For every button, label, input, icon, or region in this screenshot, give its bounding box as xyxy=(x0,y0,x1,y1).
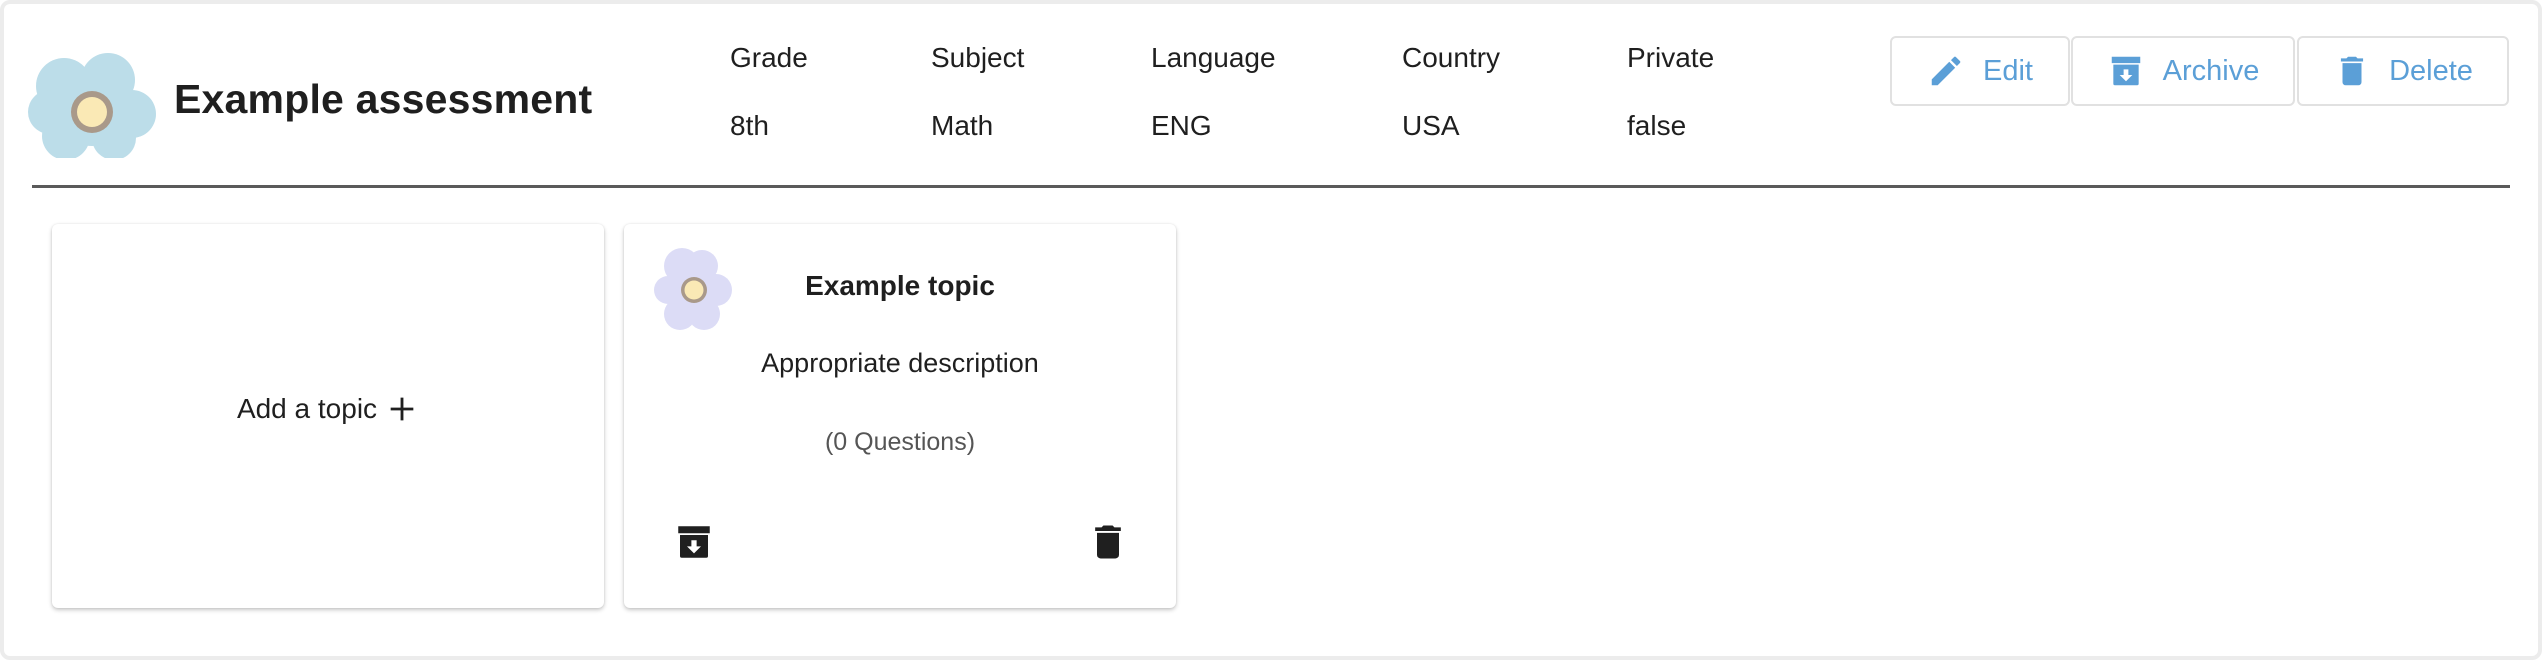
flower-icon xyxy=(28,53,156,158)
trash-icon xyxy=(2340,56,2364,86)
meta-country-label: Country xyxy=(1402,42,1501,73)
topic-question-count: (0 Questions) xyxy=(824,428,976,456)
meta-language-value: ENG xyxy=(1151,110,1212,141)
archive-icon xyxy=(2111,56,2140,86)
meta-grade-value: 8th xyxy=(730,110,769,141)
archive-button[interactable]: Archive xyxy=(2071,36,2295,106)
meta-subject-label: Subject xyxy=(931,42,1025,73)
topic-delete-button[interactable] xyxy=(1080,514,1136,570)
meta-language: Language ENG xyxy=(1151,40,1276,144)
meta-grade-label: Grade xyxy=(730,42,808,73)
meta-language-label: Language xyxy=(1151,42,1276,73)
topic-description: Appropriate description xyxy=(761,348,1039,378)
add-topic-label: Add a topic xyxy=(236,393,378,424)
topic-title: Example topic xyxy=(805,270,995,301)
archive-button-label: Archive xyxy=(2162,54,2260,87)
edit-button-label: Edit xyxy=(1983,54,2033,87)
add-topic-card[interactable]: Add a topic xyxy=(52,224,604,608)
meta-subject: Subject Math xyxy=(931,40,1024,144)
meta-grade: Grade 8th xyxy=(730,40,808,144)
header-divider xyxy=(32,185,2510,188)
edit-button[interactable]: Edit xyxy=(1890,36,2070,106)
topic-archive-button[interactable] xyxy=(666,514,722,570)
meta-private-value: false xyxy=(1627,110,1687,141)
assessment-header: Example assessment Grade 8th Subject Mat… xyxy=(0,0,2542,190)
delete-button[interactable]: Delete xyxy=(2297,36,2509,106)
meta-country-value: USA xyxy=(1402,110,1460,141)
meta-country: Country USA xyxy=(1402,40,1500,144)
meta-subject-value: Math xyxy=(931,110,994,141)
trash-icon xyxy=(1095,525,1121,559)
plus-icon xyxy=(390,397,414,421)
topic-card[interactable]: Example topic Appropriate description (0… xyxy=(624,224,1176,608)
add-topic-button[interactable]: Add a topic xyxy=(52,392,604,426)
meta-private-label: Private xyxy=(1627,42,1715,73)
delete-button-label: Delete xyxy=(2389,54,2473,87)
meta-private: Private false xyxy=(1627,40,1714,144)
pencil-icon xyxy=(1931,56,1961,86)
archive-icon xyxy=(678,526,710,558)
assessment-title: Example assessment xyxy=(174,76,593,122)
